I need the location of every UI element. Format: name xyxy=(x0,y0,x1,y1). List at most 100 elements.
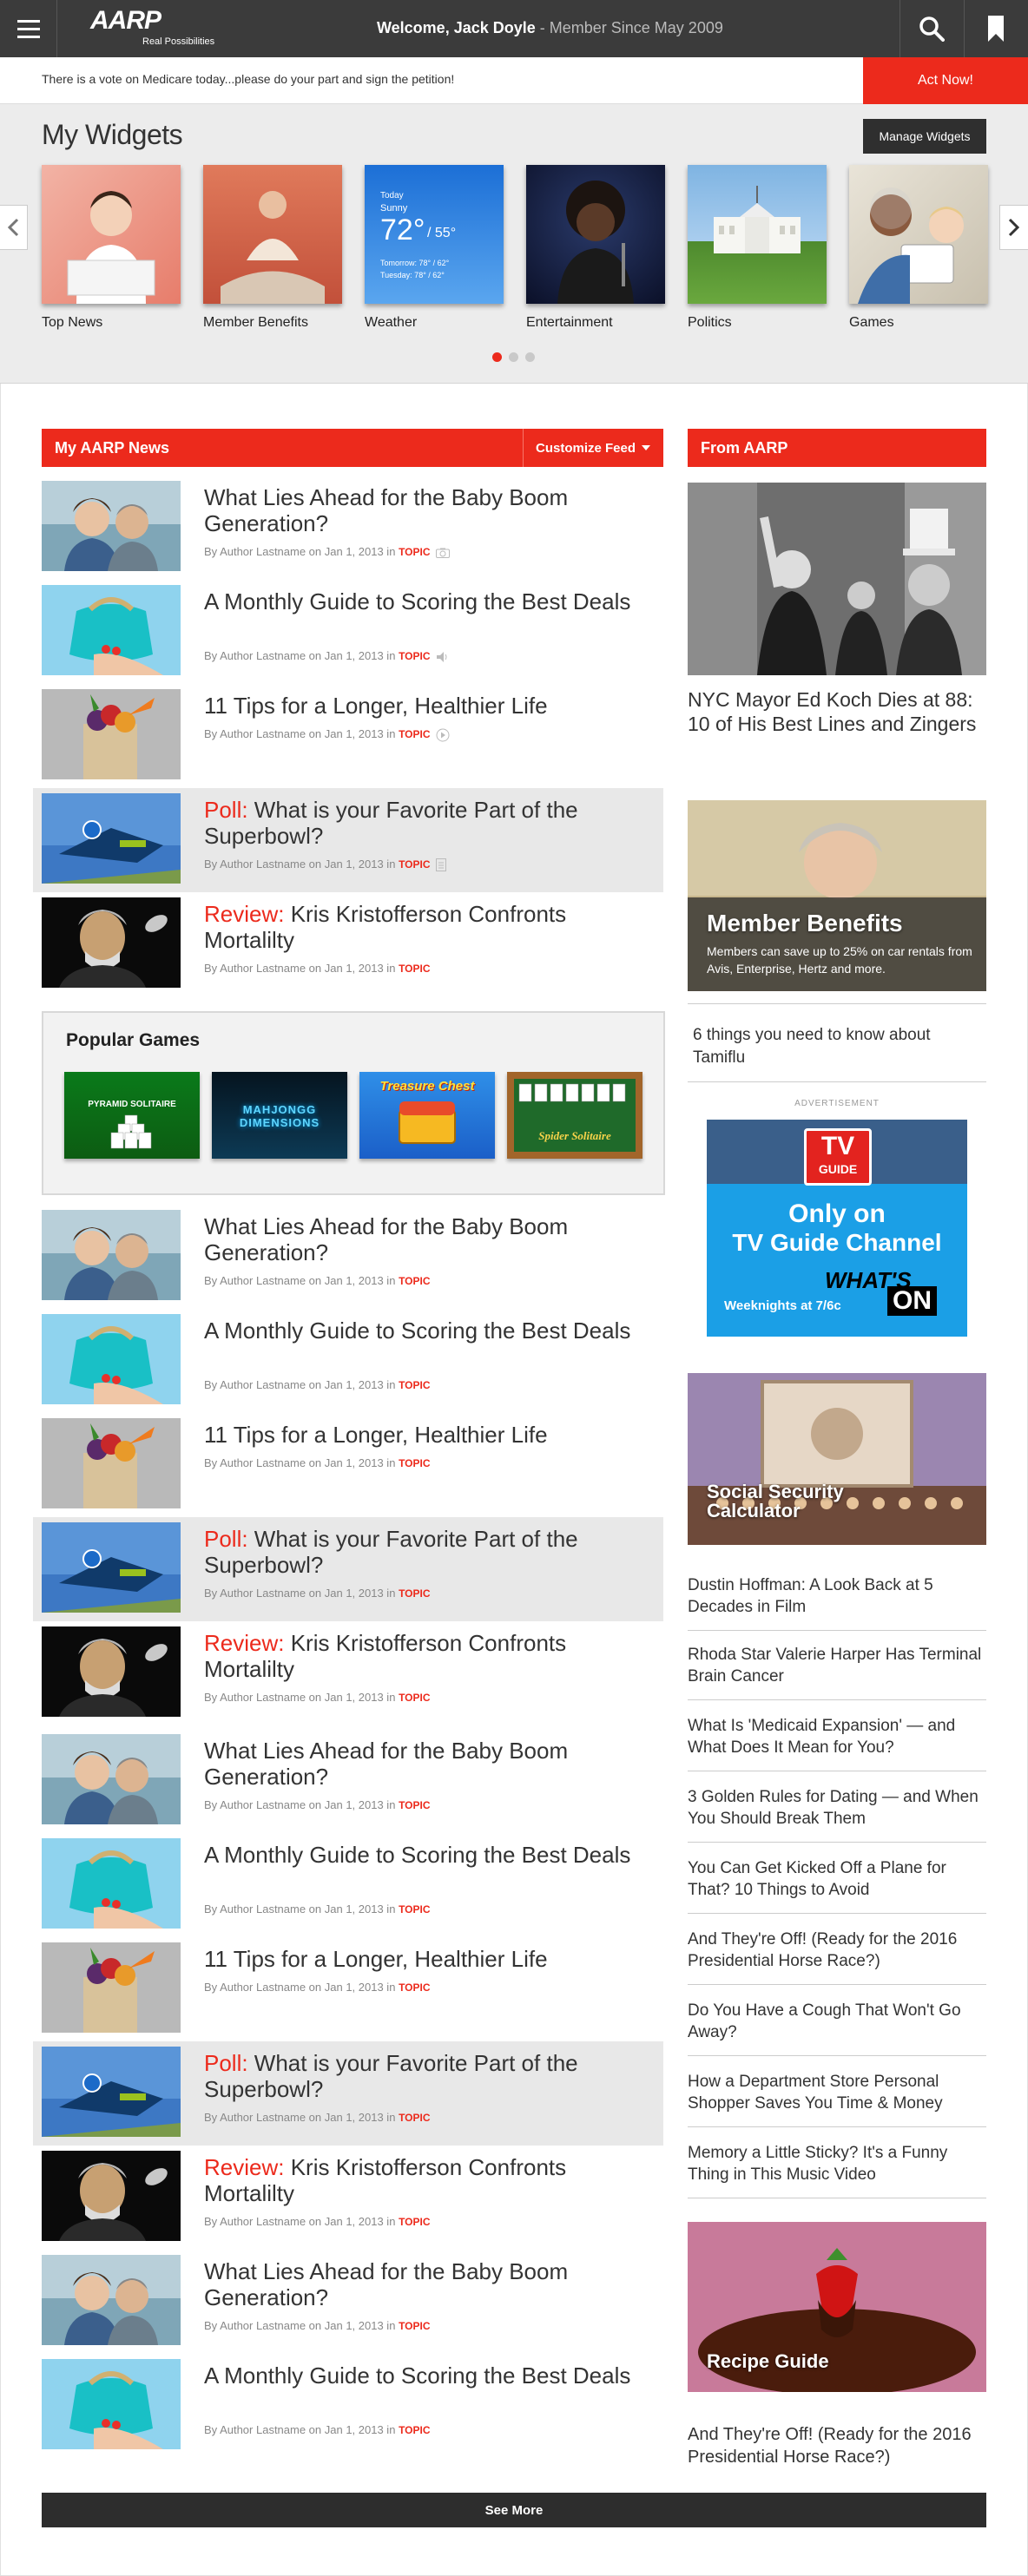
news-article[interactable]: Review: Kris Kristofferson Confronts Mor… xyxy=(42,1626,663,1717)
carousel-dot[interactable] xyxy=(492,352,502,362)
tamiflu-link[interactable]: 6 things you need to know about Tamiflu xyxy=(693,1024,979,1069)
article-title[interactable]: 11 Tips for a Longer, Healthier Life xyxy=(204,1946,647,1972)
carousel-prev-button[interactable] xyxy=(0,205,28,250)
article-thumbnail[interactable] xyxy=(42,793,181,884)
game-mahjongg-dimensions[interactable]: MAHJONGG DIMENSIONS xyxy=(212,1072,347,1159)
article-topic-link[interactable]: TOPIC xyxy=(399,1457,430,1469)
game-spider-solitaire[interactable]: Spider Solitaire xyxy=(507,1072,642,1159)
sidebar-link[interactable]: Rhoda Star Valerie Harper Has Terminal B… xyxy=(688,1644,986,1687)
news-article[interactable]: What Lies Ahead for the Baby Boom Genera… xyxy=(42,2255,663,2345)
widget-weather[interactable]: Today Sunny 72° / 55° Tomorrow: 78° / 62… xyxy=(365,165,504,331)
article-topic-link[interactable]: TOPIC xyxy=(399,1379,430,1391)
aarp-logo[interactable]: AARP Real Possibilities xyxy=(90,7,214,48)
widget-member-benefits[interactable]: Member Benefits xyxy=(203,165,342,331)
article-title[interactable]: A Monthly Guide to Scoring the Best Deal… xyxy=(204,1842,647,1868)
news-article[interactable]: A Monthly Guide to Scoring the Best Deal… xyxy=(42,585,663,675)
article-thumbnail[interactable] xyxy=(42,2255,181,2345)
article-thumbnail[interactable] xyxy=(42,1838,181,1929)
manage-widgets-button[interactable]: Manage Widgets xyxy=(863,119,986,154)
article-title[interactable]: Poll: What is your Favorite Part of the … xyxy=(204,797,647,849)
article-title[interactable]: What Lies Ahead for the Baby Boom Genera… xyxy=(204,1738,647,1790)
news-article[interactable]: What Lies Ahead for the Baby Boom Genera… xyxy=(42,1734,663,1824)
article-thumbnail[interactable] xyxy=(42,1314,181,1404)
article-thumbnail[interactable] xyxy=(42,2359,181,2449)
news-article[interactable]: 11 Tips for a Longer, Healthier Life By A… xyxy=(42,1942,663,2033)
sidebar-link[interactable]: And They're Off! (Ready for the 2016 Pre… xyxy=(688,1929,986,1972)
sidebar-link[interactable]: How a Department Store Personal Shopper … xyxy=(688,2071,986,2114)
sidebar-link[interactable]: Dustin Hoffman: A Look Back at 5 Decades… xyxy=(688,1574,986,1618)
news-article[interactable]: A Monthly Guide to Scoring the Best Deal… xyxy=(42,2359,663,2449)
article-topic-link[interactable]: TOPIC xyxy=(399,1692,430,1704)
article-title[interactable]: Review: Kris Kristofferson Confronts Mor… xyxy=(204,2154,647,2206)
article-title[interactable]: What Lies Ahead for the Baby Boom Genera… xyxy=(204,2258,647,2310)
article-thumbnail[interactable] xyxy=(42,481,181,571)
customize-feed-button[interactable]: Customize Feed xyxy=(523,429,663,467)
news-article[interactable]: Poll: What is your Favorite Part of the … xyxy=(33,788,663,892)
article-topic-link[interactable]: TOPIC xyxy=(399,728,430,740)
article-title[interactable]: A Monthly Guide to Scoring the Best Deal… xyxy=(204,1318,647,1344)
article-thumbnail[interactable] xyxy=(42,1522,181,1613)
article-topic-link[interactable]: TOPIC xyxy=(399,2320,430,2332)
game-pyramid-solitaire[interactable]: PYRAMID SOLITAIRE xyxy=(64,1072,200,1159)
widget-games[interactable]: Games xyxy=(849,165,988,331)
sidebar-link[interactable]: What Is 'Medicaid Expansion' — and What … xyxy=(688,1715,986,1758)
carousel-dot[interactable] xyxy=(525,352,535,362)
menu-icon[interactable] xyxy=(0,0,57,57)
article-title[interactable]: Poll: What is your Favorite Part of the … xyxy=(204,2050,647,2102)
act-now-button[interactable]: Act Now! xyxy=(863,57,1028,104)
article-title[interactable]: 11 Tips for a Longer, Healthier Life xyxy=(204,1422,647,1448)
article-title[interactable]: What Lies Ahead for the Baby Boom Genera… xyxy=(204,484,647,536)
article-thumbnail[interactable] xyxy=(42,1210,181,1300)
see-more-button[interactable]: See More xyxy=(42,2493,986,2527)
widget-top-news[interactable]: Top News xyxy=(42,165,181,331)
widget-entertainment[interactable]: Entertainment xyxy=(526,165,665,331)
article-thumbnail[interactable] xyxy=(42,1942,181,2033)
widget-politics[interactable]: Politics xyxy=(688,165,827,331)
ed-koch-caption[interactable]: NYC Mayor Ed Koch Dies at 88: 10 of His … xyxy=(688,687,986,736)
article-topic-link[interactable]: TOPIC xyxy=(399,1275,430,1287)
article-thumbnail[interactable] xyxy=(42,2047,181,2137)
article-thumbnail[interactable] xyxy=(42,585,181,675)
article-thumbnail[interactable] xyxy=(42,1418,181,1508)
recipe-guide-promo[interactable]: Recipe Guide xyxy=(688,2222,986,2392)
article-topic-link[interactable]: TOPIC xyxy=(399,858,430,871)
news-article[interactable]: 11 Tips for a Longer, Healthier Life By A… xyxy=(42,1418,663,1508)
news-article[interactable]: A Monthly Guide to Scoring the Best Deal… xyxy=(42,1314,663,1404)
article-title[interactable]: 11 Tips for a Longer, Healthier Life xyxy=(204,693,647,719)
article-title[interactable]: A Monthly Guide to Scoring the Best Deal… xyxy=(204,2362,647,2389)
carousel-dot[interactable] xyxy=(509,352,518,362)
article-title[interactable]: Review: Kris Kristofferson Confronts Mor… xyxy=(204,901,647,953)
news-article[interactable]: What Lies Ahead for the Baby Boom Genera… xyxy=(42,1210,663,1300)
article-thumbnail[interactable] xyxy=(42,1734,181,1824)
article-title[interactable]: What Lies Ahead for the Baby Boom Genera… xyxy=(204,1213,647,1265)
article-title[interactable]: A Monthly Guide to Scoring the Best Deal… xyxy=(204,588,647,614)
news-article[interactable]: What Lies Ahead for the Baby Boom Genera… xyxy=(42,481,663,571)
article-topic-link[interactable]: TOPIC xyxy=(399,963,430,975)
article-topic-link[interactable]: TOPIC xyxy=(399,2216,430,2228)
tv-guide-ad[interactable]: TV GUIDE Only on TV Guide Channel WHAT'S… xyxy=(707,1120,967,1337)
article-title[interactable]: Review: Kris Kristofferson Confronts Mor… xyxy=(204,1630,647,1682)
news-article[interactable]: A Monthly Guide to Scoring the Best Deal… xyxy=(42,1838,663,1929)
horse-race-link[interactable]: And They're Off! (Ready for the 2016 Pre… xyxy=(688,2423,986,2468)
bookmark-button[interactable] xyxy=(964,0,1026,57)
article-thumbnail[interactable] xyxy=(42,689,181,779)
article-topic-link[interactable]: TOPIC xyxy=(399,1903,430,1916)
ed-koch-photo[interactable] xyxy=(688,483,986,675)
social-security-promo[interactable]: Social Security Calculator xyxy=(688,1373,986,1545)
article-topic-link[interactable]: TOPIC xyxy=(399,1799,430,1811)
game-treasure-chest[interactable]: Treasure Chest xyxy=(359,1072,495,1159)
article-topic-link[interactable]: TOPIC xyxy=(399,2112,430,2124)
article-topic-link[interactable]: TOPIC xyxy=(399,650,430,662)
sidebar-link[interactable]: 3 Golden Rules for Dating — and When You… xyxy=(688,1786,986,1830)
search-button[interactable] xyxy=(900,0,962,57)
article-topic-link[interactable]: TOPIC xyxy=(399,1587,430,1600)
article-thumbnail[interactable] xyxy=(42,1626,181,1717)
news-article[interactable]: 11 Tips for a Longer, Healthier Life By A… xyxy=(42,689,663,779)
article-thumbnail[interactable] xyxy=(42,2151,181,2241)
sidebar-link[interactable]: You Can Get Kicked Off a Plane for That?… xyxy=(688,1857,986,1901)
article-topic-link[interactable]: TOPIC xyxy=(399,546,430,558)
carousel-next-button[interactable] xyxy=(999,205,1028,250)
article-thumbnail[interactable] xyxy=(42,897,181,988)
article-title[interactable]: Poll: What is your Favorite Part of the … xyxy=(204,1526,647,1578)
article-topic-link[interactable]: TOPIC xyxy=(399,1981,430,1994)
